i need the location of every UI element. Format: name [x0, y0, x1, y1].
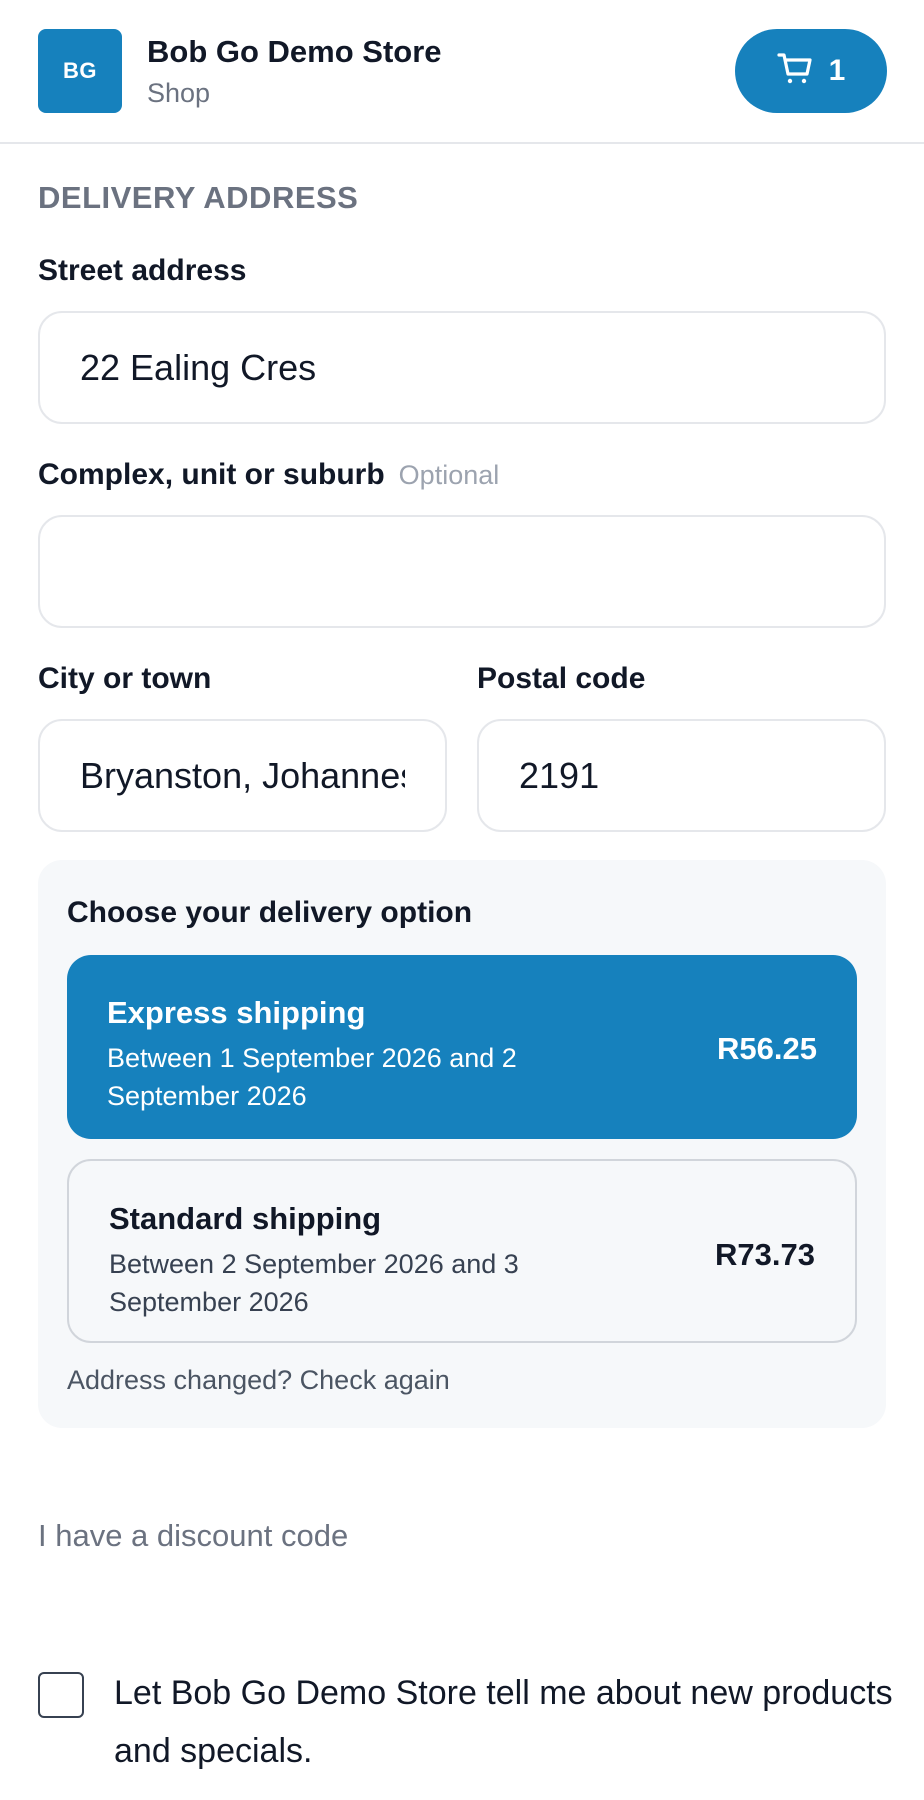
delivery-options-title: Choose your delivery option — [67, 896, 473, 929]
street-address-label: Street address — [38, 254, 247, 287]
discount-code-link[interactable]: I have a discount code — [38, 1518, 348, 1554]
store-subtitle: Shop — [147, 78, 211, 108]
city-input[interactable] — [80, 754, 405, 797]
check-again-link[interactable]: Address changed? Check again — [67, 1365, 450, 1396]
complex-input[interactable] — [80, 550, 844, 593]
postal-code-field[interactable] — [477, 719, 886, 832]
store-logo: BG — [38, 29, 122, 113]
complex-label: Complex, unit or suburb Optional — [38, 458, 499, 492]
option-name: Standard shipping — [109, 1201, 382, 1236]
delivery-option-express[interactable]: Express shipping Between 1 September 202… — [67, 955, 857, 1139]
store-name: Bob Go Demo Store — [147, 34, 442, 69]
postal-code-input[interactable] — [519, 754, 844, 797]
option-description: Between 2 September 2026 and 3 September… — [109, 1249, 519, 1317]
street-address-field[interactable] — [38, 311, 886, 424]
option-name: Express shipping — [107, 995, 366, 1030]
option-price: R73.73 — [715, 1237, 815, 1272]
option-price: R56.25 — [717, 1031, 817, 1066]
option-description: Between 1 September 2026 and 2 September… — [107, 1043, 517, 1111]
city-field[interactable] — [38, 719, 447, 832]
optional-hint: Optional — [398, 460, 500, 490]
complex-field[interactable] — [38, 515, 886, 628]
street-address-input[interactable] — [80, 346, 844, 389]
marketing-consent-checkbox[interactable] — [38, 1672, 84, 1718]
delivery-option-standard[interactable]: Standard shipping Between 2 September 20… — [67, 1159, 857, 1343]
cart-icon — [777, 52, 813, 91]
cart-button[interactable]: 1 — [735, 29, 887, 113]
postal-code-label: Postal code — [477, 662, 646, 695]
cart-count: 1 — [828, 54, 846, 87]
complex-label-text: Complex, unit or suburb — [38, 458, 385, 491]
city-label: City or town — [38, 662, 212, 695]
delivery-options-panel: Choose your delivery option Express ship… — [38, 860, 886, 1428]
section-title: DELIVERY ADDRESS — [38, 180, 359, 215]
store-header: BG Bob Go Demo Store Shop 1 — [0, 0, 924, 144]
marketing-consent-label[interactable]: Let Bob Go Demo Store tell me about new … — [114, 1664, 894, 1780]
